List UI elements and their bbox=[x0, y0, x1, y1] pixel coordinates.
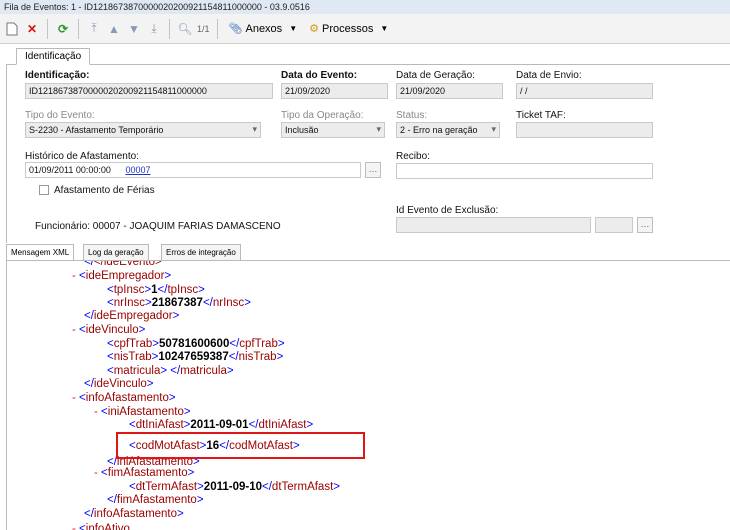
collapse-toggle[interactable]: - bbox=[72, 392, 76, 404]
xml-line: <dtTermAfast>2011-09-10</dtTermAfast> bbox=[129, 481, 340, 493]
xml-viewer: </</ideEvento> - <ideEmpregador> <tpInsc… bbox=[6, 260, 730, 530]
tipo-evento-select[interactable]: S-2230 - Afastamento Temporário bbox=[25, 122, 261, 138]
anexos-label: Anexos bbox=[245, 22, 283, 35]
anexos-button[interactable]: 📎︎ Anexos ▼ bbox=[225, 22, 302, 36]
toolbar-separator bbox=[169, 18, 170, 39]
tipo-operacao-value: Inclusão bbox=[285, 125, 319, 135]
xml-line: <nrInsc>21867387</nrInsc> bbox=[107, 297, 251, 309]
collapse-toggle[interactable]: - bbox=[94, 467, 98, 479]
tipo-evento-label: Tipo do Evento: bbox=[25, 110, 95, 121]
next-record-icon[interactable]: ▼ bbox=[126, 21, 142, 37]
collapse-toggle[interactable]: - bbox=[72, 324, 76, 336]
xml-line: </</ideEvento> bbox=[84, 260, 162, 268]
top-tab-bar: Identificação bbox=[6, 48, 730, 65]
data-geracao-label: Data de Geração: bbox=[396, 70, 475, 81]
xml-line: - <ideVinculo> bbox=[72, 324, 146, 336]
highlight-box bbox=[116, 432, 365, 459]
collapse-toggle[interactable]: - bbox=[72, 523, 76, 530]
data-envio-label: Data de Envio: bbox=[516, 70, 582, 81]
recibo-field[interactable] bbox=[396, 163, 653, 179]
id-exclusao-label: Id Evento de Exclusão: bbox=[396, 205, 499, 216]
gear-icon: ⚙ bbox=[309, 23, 319, 35]
xml-line: <nisTrab>10247659387</nisTrab> bbox=[107, 351, 284, 363]
xml-line: </ideEmpregador> bbox=[84, 310, 180, 322]
historico-label: Histórico de Afastamento: bbox=[25, 151, 139, 162]
xml-line: - <infoAfastamento> bbox=[72, 392, 176, 404]
funcionario-text: Funcionário: 00007 - JOAQUIM FARIAS DAMA… bbox=[35, 221, 281, 232]
last-record-icon[interactable]: ⤓ bbox=[146, 21, 162, 37]
toolbar-separator bbox=[78, 18, 79, 39]
historico-date: 01/09/2011 00:00:00 bbox=[29, 165, 111, 175]
bottom-tab-bar: Mensagem XML Log da geração Erros de int… bbox=[6, 244, 730, 261]
status-select[interactable]: 2 - Erro na geração bbox=[396, 122, 500, 138]
search-icon[interactable]: 🔍︎ bbox=[177, 21, 193, 37]
paging-indicator: 1/1 bbox=[197, 23, 210, 34]
status-value: 2 - Erro na geração bbox=[400, 125, 478, 135]
ticket-taf-field[interactable] bbox=[516, 122, 653, 138]
data-geracao-field[interactable]: 21/09/2020 bbox=[396, 83, 503, 99]
status-label: Status: bbox=[396, 110, 428, 121]
data-evento-label: Data do Evento: bbox=[281, 70, 358, 81]
new-document-icon[interactable] bbox=[4, 21, 20, 37]
xml-line: - <infoAtivo bbox=[72, 523, 130, 530]
toolbar-separator bbox=[47, 18, 48, 39]
tipo-evento-value: S-2230 - Afastamento Temporário bbox=[29, 125, 164, 135]
ferias-checkbox[interactable] bbox=[39, 185, 49, 195]
xml-line: - <fimAfastamento> bbox=[94, 467, 195, 479]
identificacao-field[interactable]: ID1218673870000020200921154811000000 bbox=[25, 83, 273, 99]
xml-line: <cpfTrab>50781600600</cpfTrab> bbox=[107, 338, 285, 350]
data-envio-field[interactable]: / / bbox=[516, 83, 653, 99]
toolbar: ✕ ⟳ ⤒ ▲ ▼ ⤓ 🔍︎ 1/1 📎︎ Anexos ▼ ⚙ Process… bbox=[0, 14, 730, 44]
tab-identificacao[interactable]: Identificação bbox=[16, 48, 91, 65]
processos-button[interactable]: ⚙ Processos ▼ bbox=[305, 22, 392, 36]
identification-form: Identificação: ID12186738700000202009211… bbox=[6, 65, 730, 243]
historico-link[interactable]: 00007 bbox=[125, 165, 150, 175]
xml-line: - <iniAfastamento> bbox=[94, 406, 191, 418]
recibo-label: Recibo: bbox=[396, 151, 430, 162]
historico-lookup-button[interactable]: … bbox=[365, 162, 381, 178]
processos-label: Processos bbox=[321, 22, 374, 35]
collapse-toggle[interactable]: - bbox=[94, 406, 98, 418]
id-exclusao-lookup-button[interactable]: … bbox=[637, 217, 653, 233]
collapse-toggle[interactable]: - bbox=[72, 270, 76, 282]
xml-line: <dtIniAfast>2011-09-01</dtIniAfast> bbox=[129, 419, 314, 431]
refresh-icon[interactable]: ⟳ bbox=[55, 21, 71, 37]
ferias-label: Afastamento de Férias bbox=[54, 185, 155, 196]
tipo-operacao-select[interactable]: Inclusão bbox=[281, 122, 385, 138]
xml-line: <tpInsc>1</tpInsc> bbox=[107, 284, 205, 296]
tab-log-geracao[interactable]: Log da geração bbox=[83, 244, 149, 261]
xml-line: </fimAfastamento> bbox=[107, 494, 204, 506]
id-exclusao-field[interactable] bbox=[396, 217, 591, 233]
previous-record-icon[interactable]: ▲ bbox=[106, 21, 122, 37]
ticket-taf-label: Ticket TAF: bbox=[516, 110, 566, 121]
window-title: Fila de Eventos: 1 - ID12186738700000202… bbox=[0, 0, 730, 14]
tipo-operacao-label: Tipo da Operação: bbox=[281, 110, 364, 121]
chevron-down-icon: ▼ bbox=[380, 24, 389, 33]
xml-line: </infoAfastamento> bbox=[84, 508, 184, 520]
historico-field[interactable]: 01/09/2011 00:00:00 00007 bbox=[25, 162, 361, 178]
first-record-icon[interactable]: ⤒ bbox=[86, 21, 102, 37]
data-evento-field[interactable]: 21/09/2020 bbox=[281, 83, 388, 99]
xml-line: </ideVinculo> bbox=[84, 378, 154, 390]
chevron-down-icon: ▼ bbox=[289, 24, 298, 33]
tab-mensagem-xml[interactable]: Mensagem XML bbox=[6, 244, 75, 261]
paperclip-icon: 📎︎ bbox=[228, 23, 243, 35]
toolbar-separator bbox=[216, 18, 218, 39]
xml-line: - <ideEmpregador> bbox=[72, 270, 172, 282]
id-exclusao-extra-field[interactable] bbox=[595, 217, 633, 233]
delete-icon[interactable]: ✕ bbox=[24, 21, 40, 37]
identificacao-label: Identificação: bbox=[25, 70, 90, 81]
xml-line: <matricula> </matricula> bbox=[107, 365, 234, 377]
tab-erros-integracao[interactable]: Erros de integração bbox=[161, 244, 241, 261]
